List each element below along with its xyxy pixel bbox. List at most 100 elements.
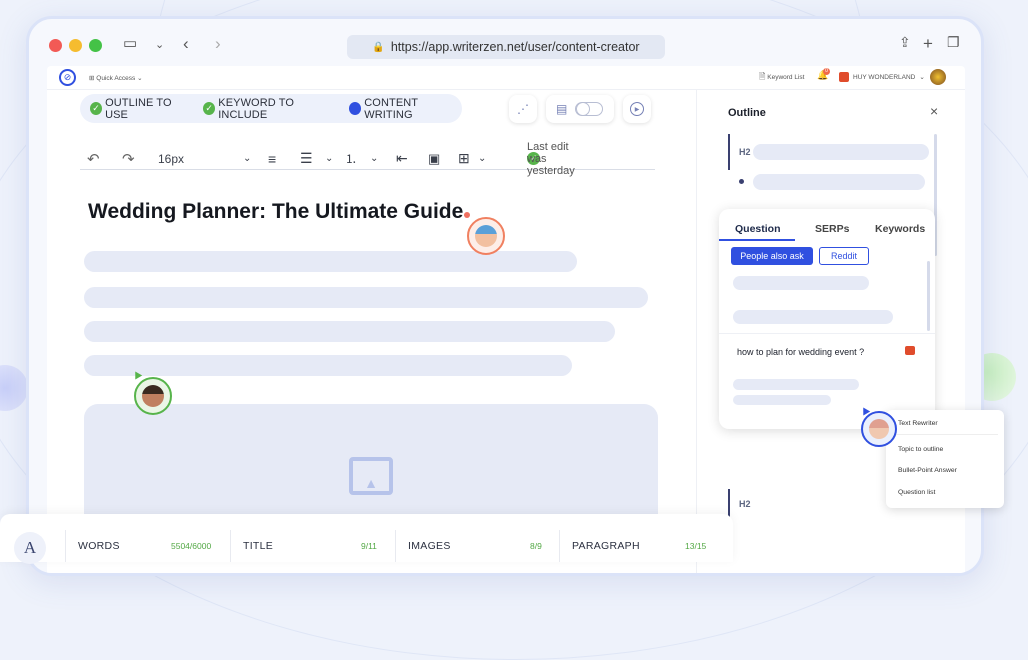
bullet-icon [739,179,744,184]
quick-access-menu[interactable]: ⊞ Quick Access ⌄ [89,74,143,82]
outdent-icon[interactable]: ⇤ [396,150,408,167]
context-menu: Text Rewriter Topic to outline Bullet-Po… [886,410,1004,508]
format-toolbar: ↶ ↷ 16px ⌄ ≡ ☰ ⌄ ⒈ ⌄ ⇤ ▣ ⊞ ⌄ ✓ Last edit … [80,141,655,177]
active-step-icon [349,102,362,115]
logo-icon[interactable]: ⊘ [59,69,76,86]
divider [65,530,66,562]
minimize-window-button[interactable] [69,39,82,52]
divider [559,530,560,562]
share-nodes-icon: ⋰ [517,102,529,116]
quick-access-label: Quick Access [96,75,136,82]
book-icon: ▤ [556,102,568,116]
chevron-down-icon[interactable]: ⌄ [370,153,378,164]
person-icon [475,225,497,247]
font-style-icon[interactable]: A [14,532,46,564]
question-placeholder[interactable] [733,276,869,290]
bullet-list-icon[interactable]: ☰ [300,150,313,167]
user-avatar-icon [839,72,849,82]
divider [719,333,935,334]
forward-icon[interactable]: › [215,34,221,54]
step-outline-to-use[interactable]: ✓ OUTLINE TO USE [90,97,191,121]
tabs-overview-icon[interactable]: ❐ [947,34,960,51]
menu-item-bullet-point-answer[interactable]: Bullet-Point Answer [898,467,957,474]
collaborator-avatar[interactable] [134,377,172,415]
menu-item-text-rewriter[interactable]: Text Rewriter [898,420,938,427]
numbered-list-icon[interactable]: ⒈ [345,150,357,167]
text-placeholder [84,287,648,308]
question-scrollbar[interactable] [927,261,930,331]
profile-avatar[interactable] [930,69,946,85]
share-icon[interactable]: ⇪ [899,34,911,51]
address-bar[interactable]: 🔒 https://app.writerzen.net/user/content-… [347,35,665,59]
step-label: CONTENT WRITING [364,96,418,121]
outline-item-placeholder[interactable] [753,144,929,160]
view-toggle[interactable]: ▤ [546,95,614,123]
step-label: KEYWORD TO INCLUDE [218,96,295,121]
menu-divider [892,434,998,435]
close-window-button[interactable] [49,39,62,52]
sidebar-toggle-icon[interactable]: ▭ [123,34,137,52]
font-size-select[interactable]: 16px [158,152,184,166]
collaborator-avatar[interactable] [467,217,505,255]
step-keyword-to-include[interactable]: ✓ KEYWORD TO INCLUDE [203,97,337,121]
step-content-writing[interactable]: CONTENT WRITING [349,97,462,121]
menu-item-question-list[interactable]: Question list [898,489,935,496]
tab-serps[interactable]: SERPs [815,223,849,235]
outline-h2-marker [728,134,730,170]
maximize-window-button[interactable] [89,39,102,52]
check-icon: ✓ [203,102,216,115]
play-icon: ▶ [630,102,644,116]
last-edit-label: Last edit was yesterday [527,140,575,177]
text-placeholder [84,251,577,272]
divider [230,530,231,562]
menu-item-topic-to-outline[interactable]: Topic to outline [898,446,943,453]
outline-title: Outline [728,107,766,119]
document-title[interactable]: Wedding Planner: The Ultimate Guide [88,200,463,224]
browser-chrome: ▭ ⌄ ‹ › 🔒 https://app.writerzen.net/user/… [29,19,981,71]
image-insert-icon[interactable]: ▣ [428,151,440,167]
redo-icon[interactable]: ↷ [122,150,135,168]
ai-action-icon[interactable] [905,346,915,355]
back-icon[interactable]: ‹ [183,34,189,54]
question-placeholder[interactable] [733,310,893,324]
question-text[interactable]: how to plan for wedding event ? [737,347,864,357]
outline-h2-tag: H2 [739,147,751,157]
outline-item-placeholder[interactable] [753,174,925,190]
text-placeholder [84,355,572,376]
align-left-icon[interactable]: ≡ [268,151,276,167]
toggle-knob [576,102,590,116]
close-outline-button[interactable]: × [930,103,938,119]
person-icon [142,385,164,407]
person-icon [869,419,889,439]
stat-title-value: 9/11 [361,541,377,551]
chevron-down-icon[interactable]: ⌄ [155,38,164,51]
user-menu[interactable]: HUY WONDERLAND ⌄ [839,72,925,82]
tab-keywords[interactable]: Keywords [875,223,925,235]
lock-icon: 🔒 [372,41,385,53]
play-button[interactable]: ▶ [623,95,651,123]
cursor-pointer [464,212,470,218]
chevron-down-icon[interactable]: ⌄ [325,153,333,164]
collaborator-avatar[interactable] [861,411,897,447]
answer-placeholder [733,379,859,390]
divider [395,530,396,562]
chevron-down-icon[interactable]: ⌄ [243,153,251,164]
stat-words-label: WORDS [78,540,120,552]
stats-bar: A WORDS 5504/6000 TITLE 9/11 IMAGES 8/9 … [0,514,733,564]
answer-placeholder [733,395,831,405]
share-button[interactable]: ⋰ [509,95,537,123]
undo-icon[interactable]: ↶ [87,150,100,168]
stat-images-value: 8/9 [530,541,542,551]
keyword-list-button[interactable]: 🗎 Keyword List [759,71,804,85]
table-icon[interactable]: ⊞ [458,150,470,167]
user-name: HUY WONDERLAND [853,73,916,81]
new-tab-icon[interactable]: + [923,34,933,54]
chevron-down-icon[interactable]: ⌄ [478,153,486,164]
url-text: https://app.writerzen.net/user/content-c… [390,40,640,54]
app-topbar: ⊘ ⊞ Quick Access ⌄ 🗎 Keyword List 🔔 0 HU… [47,66,965,90]
question-panel: Question SERPs Keywords People also ask … [719,209,935,429]
stat-title-label: TITLE [243,540,274,552]
tab-active-underline [719,209,795,241]
filter-reddit[interactable]: Reddit [819,247,869,265]
filter-people-also-ask[interactable]: People also ask [731,247,813,265]
